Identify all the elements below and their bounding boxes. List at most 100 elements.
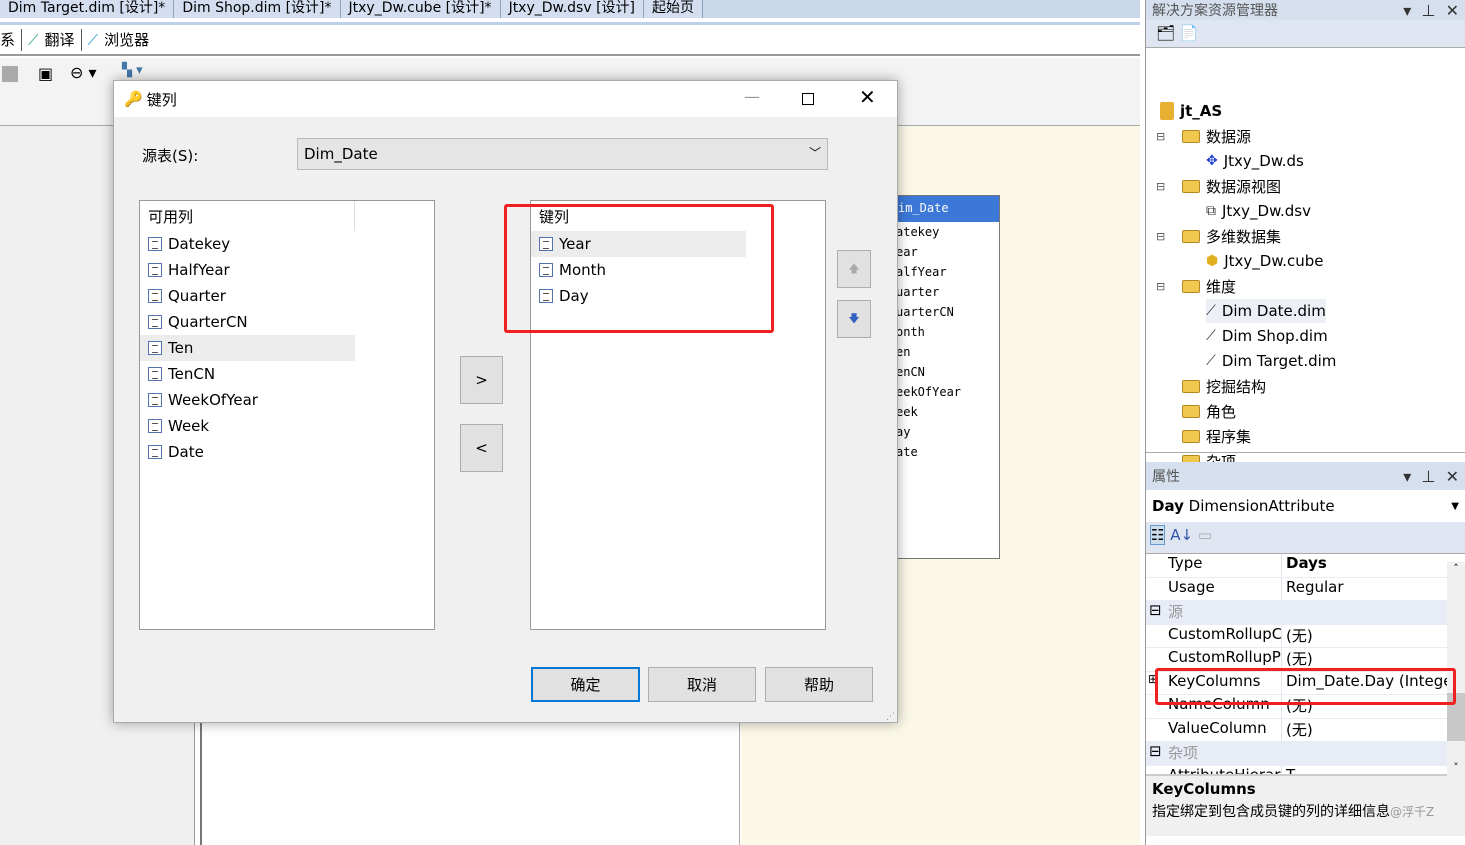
categorized-icon[interactable]: ☷ [1150,525,1166,545]
list-item[interactable]: Datekey [140,231,355,257]
tree-item[interactable]: ⟋ Dim Target.dim [1206,349,1336,373]
table-title: im_Date [886,196,999,222]
description-text: 指定绑定到包含成员键的列的详细信息 [1152,804,1390,820]
close-button[interactable]: ✕ [859,85,876,109]
tree-item[interactable]: ⬢ Jtxy_Dw.cube [1206,249,1324,273]
collapse-icon[interactable]: ⊟ [1156,230,1165,243]
tab-cube[interactable]: Jtxy_Dw.cube [设计]* [340,0,501,18]
object-selector[interactable]: Day DimensionAttribute ▼ [1146,490,1465,522]
collapse-icon[interactable]: ⊟ [1156,280,1165,293]
toolbar-item-relations[interactable]: 系 [0,29,15,50]
table-column: en [896,345,911,359]
tab-start-page[interactable]: 起始页 [644,0,703,18]
table-column: eekOfYear [896,385,962,399]
move-up-button[interactable]: 🡅 [837,250,871,288]
ok-button[interactable]: 确定 [531,667,640,702]
key-columns-highlight [504,204,774,333]
minimize-button[interactable]: — [744,87,760,106]
tab-dsv[interactable]: Jtxy_Dw.dsv [设计] [500,0,644,18]
tree-item[interactable]: ⟋ Dim Date.dim [1206,299,1326,323]
properties-icon[interactable]: 🗂 [1156,24,1175,42]
tree-item[interactable]: ⊟ 数据源 [1156,124,1252,148]
dim-icon: ⟋ [1206,353,1216,369]
tree-item[interactable]: ⟋ Dim Shop.dim [1206,324,1328,348]
project-node[interactable]: jt_AS [1160,99,1222,123]
list-item[interactable]: Ten [140,335,355,361]
tree-item[interactable]: 挖掘结构 [1182,374,1266,398]
list-item[interactable]: Date [140,439,355,465]
resize-grip[interactable]: ⋰ [886,712,895,722]
toolbar-item-translate[interactable]: 翻译 [45,29,75,50]
collapse-icon[interactable]: ⊟ [1156,130,1165,143]
panel-controls[interactable]: ▾ ⊥ ✕ [1403,467,1459,486]
maximize-button[interactable] [802,93,814,105]
collapse-icon[interactable]: ⊟ [1146,742,1168,766]
property-row[interactable]: CustomRollupColumn(无) [1146,624,1447,648]
stop-icon[interactable] [2,66,18,82]
add-button[interactable]: > [460,356,503,404]
table-column: onth [896,325,925,339]
move-down-button[interactable]: 🡇 [837,300,871,338]
project-name: jt_AS [1180,102,1223,120]
list-item[interactable]: Week [140,413,355,439]
property-value[interactable]: T [1282,766,1447,775]
list-item[interactable]: HalfYear [140,257,355,283]
help-button[interactable]: 帮助 [765,667,873,702]
available-columns-list[interactable]: 可用列 Datekey HalfYear Quarter QuarterCN Ten Te… [139,200,435,630]
property-pages-icon[interactable]: ▭ [1198,526,1212,544]
show-all-files-icon[interactable]: 📄 [1180,24,1199,42]
tree-item[interactable]: ⧉ Jtxy_Dw.dsv [1206,199,1311,223]
property-value[interactable]: Days [1282,554,1447,577]
key-icon: 🔑 [124,90,143,108]
property-grid[interactable]: TypeDaysUsageRegular⊟源CustomRollupColumn… [1146,554,1465,774]
property-row[interactable]: Usage Regular [1146,577,1447,601]
tree-item[interactable]: 程序集 [1182,424,1251,448]
cancel-button[interactable]: 取消 [648,667,756,702]
toolbar-item-browser[interactable]: 浏览器 [104,29,149,50]
tree-label: 数据源 [1206,127,1252,146]
property-value[interactable]: Regular [1282,578,1447,601]
remove-button[interactable]: < [460,424,503,472]
chevron-down-icon: ﹀ [808,146,821,160]
tree-item[interactable]: ✥ Jtxy_Dw.ds [1206,149,1304,173]
zoom-fit-icon[interactable]: ▣ [38,64,53,83]
collapse-icon[interactable]: ⊟ [1156,180,1165,193]
collapse-icon[interactable]: ⊟ [1146,601,1168,625]
tree-item[interactable]: 角色 [1182,399,1236,423]
folder-icon [1182,179,1200,193]
column-name: TenCN [168,365,216,383]
list-item[interactable]: WeekOfYear [140,387,355,413]
tab-dim-target[interactable]: Dim Target.dim [设计]* [0,0,175,18]
panel-controls[interactable]: ▾ ⊥ ✕ [1403,1,1459,20]
property-category[interactable]: ⊟ 源 [1146,601,1447,625]
list-item[interactable]: QuarterCN [140,309,355,335]
tab-dim-shop[interactable]: Dim Shop.dim [设计]* [174,0,341,18]
property-value[interactable]: (无) [1282,719,1447,742]
tree-label: 维度 [1206,277,1237,296]
available-header: 可用列 [140,201,355,231]
tree-item[interactable]: ⊟ 维度 [1156,274,1237,298]
tree-item[interactable]: ⊟ 多维数据集 [1156,224,1281,248]
right-panels: 解决方案资源管理器 ▾ ⊥ ✕ 🗂 📄 jt_AS ⊟ 数据源 ✥ Jtxy_Dw.ds… [1145,0,1465,845]
solution-explorer-title: 解决方案资源管理器 [1152,3,1278,19]
list-item[interactable]: Quarter [140,283,355,309]
column-name: Week [168,417,210,435]
alphabetical-icon[interactable]: A↓ [1170,526,1193,544]
column-icon [148,419,162,433]
table-dim-date[interactable]: im_Date atekey ear alfYear uarter uarterCN on… [885,195,1000,559]
translate-icon: ⟋ [28,30,39,49]
folder-icon [1182,429,1200,443]
property-row[interactable]: Type Days [1146,554,1447,578]
property-value[interactable]: (无) [1282,625,1447,648]
property-row[interactable]: AttributeHierarchy...T [1146,765,1447,775]
property-row[interactable]: ValueColumn (无) [1146,718,1447,742]
zoom-out-icon[interactable]: ⊖ ▾ [70,63,97,82]
layout-icon[interactable]: ▚ ▾ [122,63,143,78]
tree-item[interactable]: ⊟ 数据源视图 [1156,174,1281,198]
table-column: atekey [896,225,940,239]
property-category[interactable]: ⊟ 杂项 [1146,742,1447,766]
source-table-select[interactable]: Dim_Date ﹀ [297,138,828,170]
list-item[interactable]: TenCN [140,361,355,387]
tree-label: Jtxy_Dw.dsv [1222,202,1311,220]
designer-toolbar: 系 ⟋ 翻译 ⟋ 浏览器 [0,22,1140,56]
